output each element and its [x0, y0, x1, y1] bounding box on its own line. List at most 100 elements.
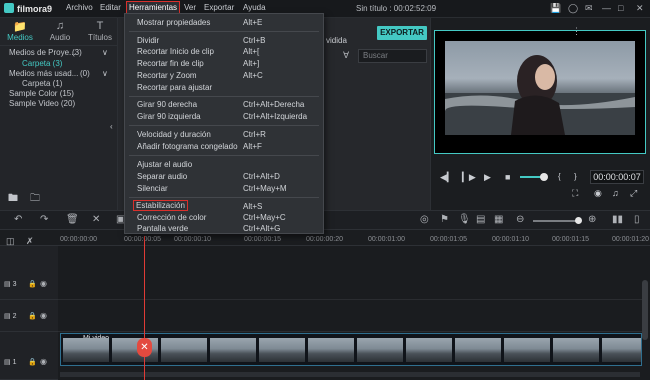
menu-item-girar-derecha[interactable]: Girar 90 derecha — [137, 100, 197, 109]
zoom-in-icon[interactable]: ⊕ — [588, 214, 596, 225]
minimize-icon[interactable]: — — [602, 3, 611, 13]
menu-item-pantalla-verde[interactable]: Pantalla verde — [137, 224, 188, 233]
zoom-slider-track[interactable] — [533, 220, 577, 222]
tab-medios[interactable]: 📁 Medios — [0, 20, 40, 42]
save-icon[interactable]: 💾 — [550, 3, 561, 14]
redo-icon[interactable]: ↷ — [40, 214, 48, 225]
tree-carpeta-1[interactable]: Carpeta (1) — [22, 79, 62, 88]
microphone-icon[interactable]: 🎙 — [458, 214, 471, 225]
menu-editar[interactable]: Editar — [100, 3, 121, 12]
marker-icon[interactable]: ⚑ — [440, 214, 449, 225]
playhead-handle[interactable]: ✕ — [137, 338, 152, 357]
cut-icon[interactable]: ✕ — [92, 214, 100, 225]
mark-in-icon[interactable]: { — [558, 172, 561, 181]
menu-item-fotograma-congelado[interactable]: Añadir fotograma congelado — [137, 142, 238, 151]
expand-icon[interactable]: ⤢ — [630, 188, 637, 199]
render-icon[interactable]: ◎ — [420, 214, 429, 225]
clip-thumbnail — [63, 338, 109, 362]
play-icon[interactable]: ▶ — [484, 172, 491, 183]
tab-titulos[interactable]: T Títulos — [80, 20, 120, 42]
tree-carpeta-3[interactable]: Carpeta (3) — [22, 59, 62, 68]
collapse-panel-icon[interactable]: ‹ — [110, 122, 113, 131]
menu-separator — [129, 31, 319, 32]
vertical-scrollbar[interactable] — [642, 280, 648, 340]
menu-item-velocidad-duracion[interactable]: Velocidad y duración — [137, 130, 211, 139]
menu-item-girar-izquierda[interactable]: Girar 90 izquierda — [137, 112, 201, 121]
undo-icon[interactable]: ↶ — [14, 214, 22, 225]
menu-archivo[interactable]: Archivo — [66, 3, 93, 12]
layout-icon[interactable]: ▯ — [634, 214, 640, 225]
menu-item-recortar-zoom[interactable]: Recortar y Zoom — [137, 71, 197, 80]
menu-item-dividir[interactable]: Dividir — [137, 36, 159, 45]
lock-icon[interactable]: 🔒 — [28, 358, 37, 366]
clip-thumbnail — [357, 338, 403, 362]
chevron-down-icon[interactable]: ∨ — [102, 69, 108, 78]
horizontal-scrollbar[interactable] — [60, 372, 640, 377]
menu-item-mostrar-propiedades[interactable]: Mostrar propiedades — [137, 18, 210, 27]
maximize-icon[interactable]: □ — [618, 3, 623, 13]
shortcut: Alt+C — [243, 71, 263, 80]
eye-icon[interactable]: ◉ — [40, 311, 47, 320]
lock-icon[interactable]: 🔒 — [28, 312, 37, 320]
shortcut: Alt+E — [243, 18, 263, 27]
timeline-ruler[interactable]: 00:00:00:00 00:00:00:05 00:00:00:10 00:0… — [0, 230, 650, 246]
more-icon[interactable]: ⋮ — [572, 26, 581, 37]
chevron-down-icon[interactable]: ∨ — [102, 48, 108, 57]
media-library-panel: 📁 Medios ♫ Audio T Títulos Medios de Proye.… — [0, 18, 118, 210]
account-icon[interactable]: ◯ — [568, 3, 578, 14]
tree-sample-color[interactable]: Sample Color (15) — [9, 89, 74, 98]
menu-item-recortar-inicio[interactable]: Recortar Inicio de clip — [137, 47, 214, 56]
new-folder-icon[interactable]: 🖿 — [8, 191, 18, 208]
menu-item-recortar-ajustar[interactable]: Recortar para ajustar — [137, 83, 212, 92]
track-header-3: ▤ 3 🔒 ◉ — [0, 270, 58, 300]
zoom-out-icon[interactable]: ⊖ — [516, 214, 524, 225]
delete-icon[interactable]: 🗑 — [66, 214, 79, 225]
stop-icon[interactable]: ■ — [505, 172, 510, 182]
track-header-1: ▤ 1 🔒 ◉ — [0, 332, 58, 380]
shortcut: Alt+[ — [243, 47, 260, 56]
voiceover-icon[interactable]: ▤ — [476, 214, 485, 225]
close-icon[interactable]: ✕ — [636, 3, 644, 14]
ruler-tick: 00:00:01:15 — [552, 236, 589, 243]
playback-slider-handle[interactable] — [540, 173, 548, 181]
zoom-slider-handle[interactable] — [575, 217, 582, 224]
menu-item-silenciar[interactable]: Silenciar — [137, 184, 168, 193]
tab-video-partial[interactable]: vidida — [326, 36, 347, 45]
audio-mixer-icon[interactable]: ▦ — [494, 214, 503, 225]
snapshot-icon[interactable]: ◉ — [594, 188, 602, 199]
export-button[interactable]: EXPORTAR — [377, 26, 427, 40]
track-row-2[interactable] — [58, 302, 642, 332]
clip-thumbnail — [308, 338, 354, 362]
volume-icon[interactable]: ♫ — [612, 188, 619, 198]
menu-ver[interactable]: Ver — [184, 3, 196, 12]
mark-out-icon[interactable]: } — [574, 172, 577, 181]
eye-icon[interactable]: ◉ — [40, 357, 47, 366]
playhead[interactable] — [144, 236, 145, 380]
tree-medios-proyecto[interactable]: Medios de Proye... (3) — [9, 48, 82, 57]
filter-icon[interactable]: ∀ — [343, 50, 349, 61]
track-number: ▤ 1 — [4, 359, 17, 366]
menu-item-ajustar-audio[interactable]: Ajustar el audio — [137, 160, 192, 169]
menu-item-separar-audio[interactable]: Separar audio — [137, 172, 187, 181]
menu-item-recortar-fin[interactable]: Recortar fin de clip — [137, 59, 204, 68]
woman-by-sea-image — [445, 55, 635, 135]
menu-item-estabilizacion[interactable]: Estabilización — [133, 200, 188, 211]
clip-thumbnail — [161, 338, 207, 362]
menu-ayuda[interactable]: Ayuda — [243, 3, 266, 12]
panel-toggle-icon[interactable]: ▮▮ — [612, 214, 623, 225]
eye-icon[interactable]: ◉ — [40, 279, 47, 288]
play-reverse-icon[interactable]: ▎▶ — [462, 172, 476, 183]
lock-icon[interactable]: 🔒 — [28, 280, 37, 288]
menu-item-correccion-color[interactable]: Corrección de color — [137, 213, 206, 222]
tab-divider — [0, 45, 118, 46]
previous-frame-icon[interactable]: ◀▎ — [440, 172, 454, 183]
tree-sample-video[interactable]: Sample Video (20) — [9, 99, 75, 108]
tab-audio[interactable]: ♫ Audio — [40, 20, 80, 42]
notification-icon[interactable]: ✉ — [585, 3, 593, 14]
search-input[interactable]: Buscar — [358, 49, 427, 63]
menu-exportar[interactable]: Exportar — [204, 3, 234, 12]
import-folder-icon[interactable]: 🗀 — [30, 191, 40, 208]
fullscreen-icon[interactable]: ⛶ — [572, 188, 578, 199]
tree-medios-mas-usados[interactable]: Medios más usad... (0) — [9, 69, 90, 78]
track-row-3[interactable] — [58, 270, 642, 300]
